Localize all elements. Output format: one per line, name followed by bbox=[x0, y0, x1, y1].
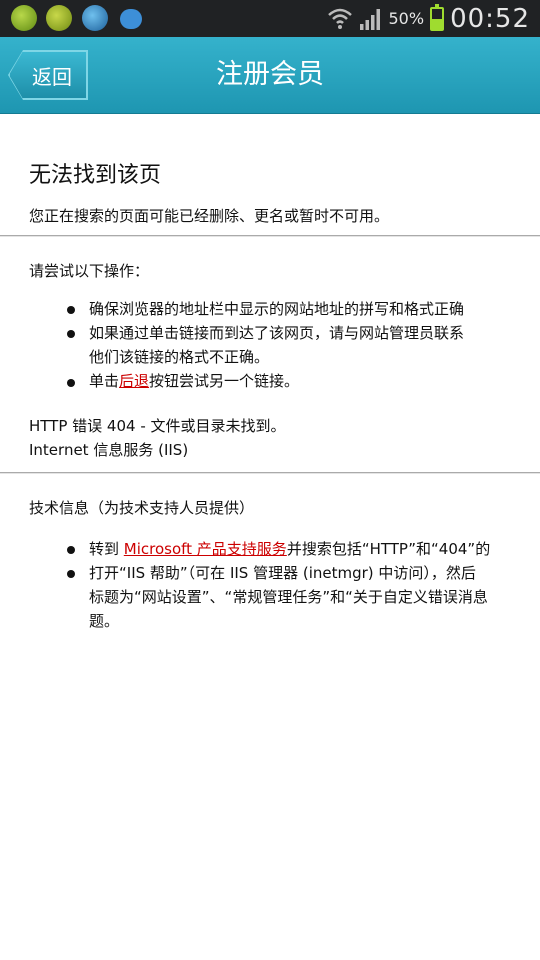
tech-item-1-prefix: 转到 bbox=[89, 540, 124, 558]
microsoft-support-link[interactable]: Microsoft 产品支持服务 bbox=[124, 540, 287, 558]
try-item-3-prefix: 单击 bbox=[89, 372, 120, 390]
divider bbox=[0, 472, 540, 474]
server-line: Internet 信息服务 (IIS) bbox=[29, 441, 189, 459]
chat-bubble-icon bbox=[120, 9, 142, 29]
bullet-icon bbox=[67, 546, 75, 554]
try-item-3: 单击后退按钮尝试另一个链接。 bbox=[89, 369, 299, 393]
error-intro: 您正在搜索的页面可能已经删除、更名或暂时不可用。 bbox=[29, 207, 390, 225]
status-bar: 50% 00:52 bbox=[0, 0, 540, 37]
battery-percent: 50% bbox=[388, 9, 425, 28]
tech-info-label: 技术信息（为技术支持人员提供） bbox=[29, 499, 255, 517]
app-icon-blue-q bbox=[82, 5, 108, 31]
wifi-icon bbox=[327, 8, 352, 29]
battery-icon bbox=[430, 3, 445, 31]
title-bar: 返回 注册会员 bbox=[0, 37, 540, 114]
tech-item-2-line-2: 标题为“网站设置”、“常规管理任务”和“关于自定义错误消息 bbox=[89, 588, 488, 606]
bullet-icon bbox=[67, 379, 75, 387]
try-item-1: 确保浏览器的地址栏中显示的网站地址的拼写和格式正确 bbox=[89, 300, 465, 318]
tech-item-1-suffix: 并搜索包括“HTTP”和“404”的 bbox=[286, 540, 491, 558]
error-heading: 无法找到该页 bbox=[29, 163, 162, 188]
divider bbox=[0, 235, 540, 237]
app-icon-green-check bbox=[46, 5, 72, 31]
app-icon-green-plus bbox=[11, 5, 37, 31]
back-link[interactable]: 后退 bbox=[119, 372, 149, 390]
try-item-2-line-2: 他们该链接的格式不正确。 bbox=[89, 348, 270, 366]
try-item-2-line-1: 如果通过单击链接而到达了该网页，请与网站管理员联系 bbox=[89, 324, 465, 342]
error-code-line: HTTP 错误 404 - 文件或目录未找到。 bbox=[29, 417, 286, 435]
clock: 00:52 bbox=[450, 3, 530, 34]
tech-item-2-line-3: 题。 bbox=[89, 612, 120, 630]
page-title: 注册会员 bbox=[216, 59, 324, 90]
bullet-icon bbox=[67, 330, 75, 338]
signal-icon bbox=[359, 8, 380, 30]
tech-item-1: 转到 Microsoft 产品支持服务并搜索包括“HTTP”和“404”的 bbox=[89, 537, 490, 561]
try-item-3-suffix: 按钮尝试另一个链接。 bbox=[149, 372, 300, 390]
bullet-icon bbox=[67, 570, 75, 578]
try-label: 请尝试以下操作： bbox=[29, 262, 150, 280]
bullet-icon bbox=[67, 306, 75, 314]
tech-item-2-line-1: 打开“IIS 帮助”（可在 IIS 管理器 (inetmgr) 中访问），然后 bbox=[89, 564, 476, 582]
